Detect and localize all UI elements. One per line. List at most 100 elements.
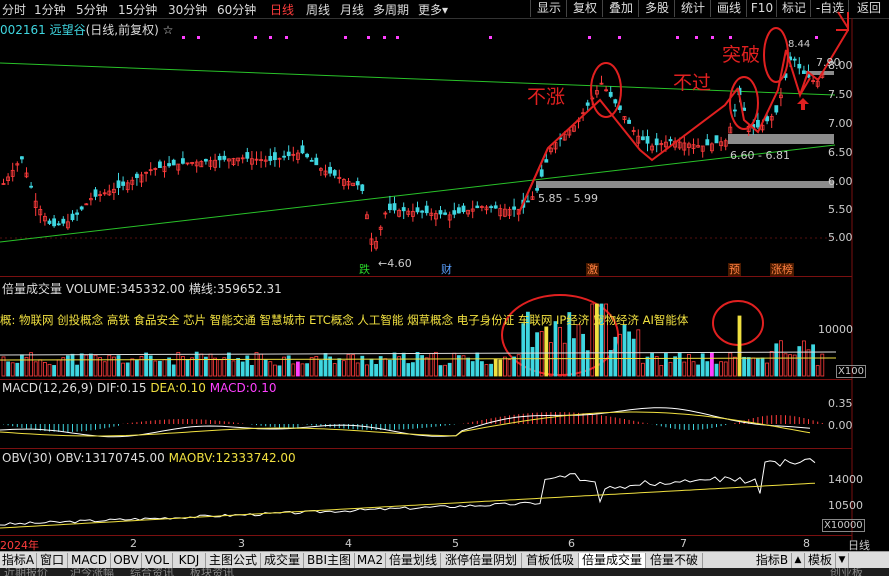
volume-bar [387, 359, 392, 377]
volume-bar [728, 352, 733, 377]
support-trendline [0, 144, 836, 243]
volume-bar [66, 355, 70, 377]
tab-indicator-b[interactable]: 指标B [753, 553, 792, 568]
tab-vol[interactable]: VOL [142, 553, 173, 568]
volume-bar [61, 357, 66, 377]
volume-bar [746, 357, 751, 377]
volume-bar [130, 358, 135, 377]
volume-bar [723, 361, 728, 377]
candle-body [608, 91, 613, 97]
tab-obv[interactable]: OBV [111, 553, 142, 568]
signal-dot [396, 36, 399, 39]
tab-template[interactable]: 模板 [805, 553, 836, 568]
volume-indicator-name[interactable]: 倍量成交量 [2, 282, 62, 296]
time-axis-month: 5 [452, 537, 459, 550]
scroll-down-icon[interactable]: ▼ [836, 553, 849, 568]
volume-bar [148, 355, 153, 377]
tab-main-formula[interactable]: 主图公式 [206, 553, 261, 568]
volume-bar [516, 354, 521, 377]
volume-bar [300, 363, 305, 377]
candle-body [180, 158, 185, 164]
annotation-breakout: 突破 [722, 44, 761, 66]
volume-bar [75, 364, 79, 377]
tab-indicator-a[interactable]: 指标A [0, 553, 37, 568]
obv-indicator-name[interactable]: OBV(30) [2, 451, 52, 465]
signal-dot [489, 36, 492, 39]
volume-bar [765, 362, 769, 377]
tab-first-board[interactable]: 首板低吸 [522, 553, 579, 568]
tab-window[interactable]: 窗口 [37, 553, 68, 568]
tab-kdj[interactable]: KDJ [173, 553, 206, 568]
volume-bar [240, 361, 245, 377]
event-badge-surge[interactable]: 激 [586, 263, 599, 276]
volume-bar [249, 365, 254, 377]
volume-bar [323, 353, 328, 377]
obv-label: OBV: [55, 451, 85, 465]
candle-body [705, 139, 710, 146]
status-item[interactable]: 板块资讯 [190, 568, 234, 576]
macd-label: MACD: [209, 381, 250, 395]
volume-bar [479, 361, 484, 377]
event-badge-drop[interactable]: 跌 [358, 263, 371, 276]
volume-bar [369, 358, 374, 377]
tab-ma2[interactable]: MA2 [355, 553, 386, 568]
volume-bar [535, 332, 539, 377]
volume-bar [185, 359, 190, 377]
dea-label: DEA: [150, 381, 180, 395]
candle-body [544, 159, 549, 163]
event-badge-finance[interactable]: 财 [440, 263, 453, 276]
maobv-value: 12333742.00 [215, 451, 296, 465]
volume-bar [521, 323, 526, 377]
volume-bar [19, 354, 24, 377]
volume-bar [737, 315, 742, 377]
volume-bar [282, 356, 287, 377]
panel-divider [0, 535, 852, 536]
volume-bar [410, 362, 415, 377]
candle-body [75, 212, 79, 215]
tab-double-volume-hold[interactable]: 倍量不破 [646, 553, 703, 568]
volume-bar [673, 356, 677, 377]
volume-bar [392, 352, 397, 377]
volume-bar [705, 361, 710, 377]
status-item[interactable]: 沪今涨幅 [70, 568, 114, 576]
status-item[interactable]: 创业板 [830, 568, 863, 576]
status-item[interactable]: 近期报价 [4, 568, 48, 576]
tab-double-volume[interactable]: 倍量成交量 [579, 553, 646, 568]
signal-dot [285, 36, 288, 39]
volume-axis-label: 10000 [818, 323, 853, 336]
price-axis-label: 5.00 [828, 231, 853, 244]
volume-bar [121, 362, 125, 377]
tab-bbi[interactable]: BBI主图 [304, 553, 355, 568]
macd-indicator-name[interactable]: MACD(12,26,9) [2, 381, 93, 395]
annotation-no-pass: 不过 [673, 72, 712, 94]
tab-double-volume-line[interactable]: 倍量划线 [386, 553, 441, 568]
candle-body [309, 159, 314, 162]
volume-bar [305, 363, 310, 377]
candle-body [475, 205, 480, 209]
hline-value: 359652.31 [216, 282, 282, 296]
volume-bar [668, 361, 673, 377]
candle-body [452, 210, 457, 215]
indicator-tab-bar: 指标A 窗口 MACD OBV VOL KDJ 主图公式 成交量 BBI主图 M… [0, 551, 889, 569]
volume-bar [429, 352, 434, 377]
candle-body [756, 119, 760, 128]
tab-volume[interactable]: 成交量 [261, 553, 304, 568]
panel-divider [0, 276, 852, 277]
scroll-up-icon[interactable]: ▲ [792, 553, 805, 568]
volume-bar [756, 358, 760, 377]
volume-bar [811, 344, 815, 377]
tab-limit-up-double[interactable]: 涨停倍量阴划 [441, 553, 522, 568]
status-bar: 近期报价 沪今涨幅 综合资讯 板块资讯 创业板 [0, 568, 889, 576]
status-item[interactable]: 综合资讯 [130, 568, 174, 576]
event-badge-forecast[interactable]: 预 [728, 263, 741, 276]
volume-bar [364, 364, 369, 377]
macd-histogram [3, 412, 823, 432]
candle-body [268, 155, 273, 161]
volume-bar [714, 363, 719, 377]
volume-bar [70, 353, 75, 377]
tab-macd[interactable]: MACD [68, 553, 111, 568]
candle-body [641, 136, 645, 141]
event-badge-limit-up[interactable]: 涨榜 [770, 263, 794, 276]
volume-bar [769, 350, 774, 377]
volume-bar [783, 353, 788, 377]
